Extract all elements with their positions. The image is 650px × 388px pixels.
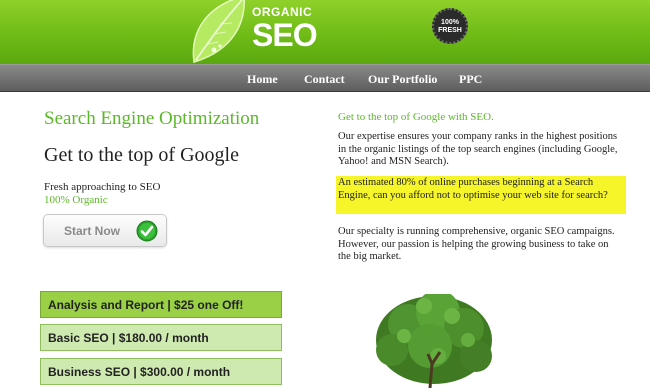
plan-business-seo[interactable]: Business SEO | $300.00 / month bbox=[40, 358, 282, 385]
page-heading: Search Engine Optimization bbox=[44, 108, 260, 129]
start-now-label: Start Now bbox=[64, 224, 121, 238]
highlight-box: An estimated 80% of online purchases beg… bbox=[336, 176, 626, 214]
nav-contact[interactable]: Contact bbox=[304, 72, 345, 87]
intro-paragraph: Our expertise ensures your company ranks… bbox=[338, 131, 618, 167]
tagline-accent: 100% Organic bbox=[44, 194, 108, 206]
content-title: Get to the top of Google with SEO. bbox=[338, 111, 494, 123]
badge-label: FRESH bbox=[438, 27, 462, 34]
leaf-icon bbox=[192, 0, 245, 63]
logo-main-text: SEO bbox=[252, 17, 318, 53]
nav-ppc[interactable]: PPC bbox=[459, 72, 482, 87]
nav-home[interactable]: Home bbox=[247, 72, 278, 87]
badge-percent: 100% bbox=[441, 19, 459, 26]
page-subheading: Get to the top of Google bbox=[44, 144, 239, 166]
plan-analysis-report[interactable]: Analysis and Report | $25 one Off! bbox=[40, 291, 282, 318]
main-nav: Home Contact Our Portfolio PPC bbox=[0, 64, 650, 92]
site-logo[interactable]: ORGANIC SEO bbox=[252, 6, 318, 53]
start-now-button[interactable]: Start Now bbox=[43, 214, 167, 247]
tree-image bbox=[376, 294, 492, 388]
nav-portfolio[interactable]: Our Portfolio bbox=[368, 72, 437, 87]
tagline: Fresh approaching to SEO bbox=[44, 181, 161, 193]
plan-basic-seo[interactable]: Basic SEO | $180.00 / month bbox=[40, 324, 282, 351]
fresh-badge: 100% FRESH bbox=[432, 8, 468, 44]
check-icon bbox=[136, 220, 158, 242]
site-header: ORGANIC SEO 100% FRESH bbox=[0, 0, 650, 64]
specialty-paragraph: Our specialty is running comprehensive, … bbox=[338, 226, 615, 262]
